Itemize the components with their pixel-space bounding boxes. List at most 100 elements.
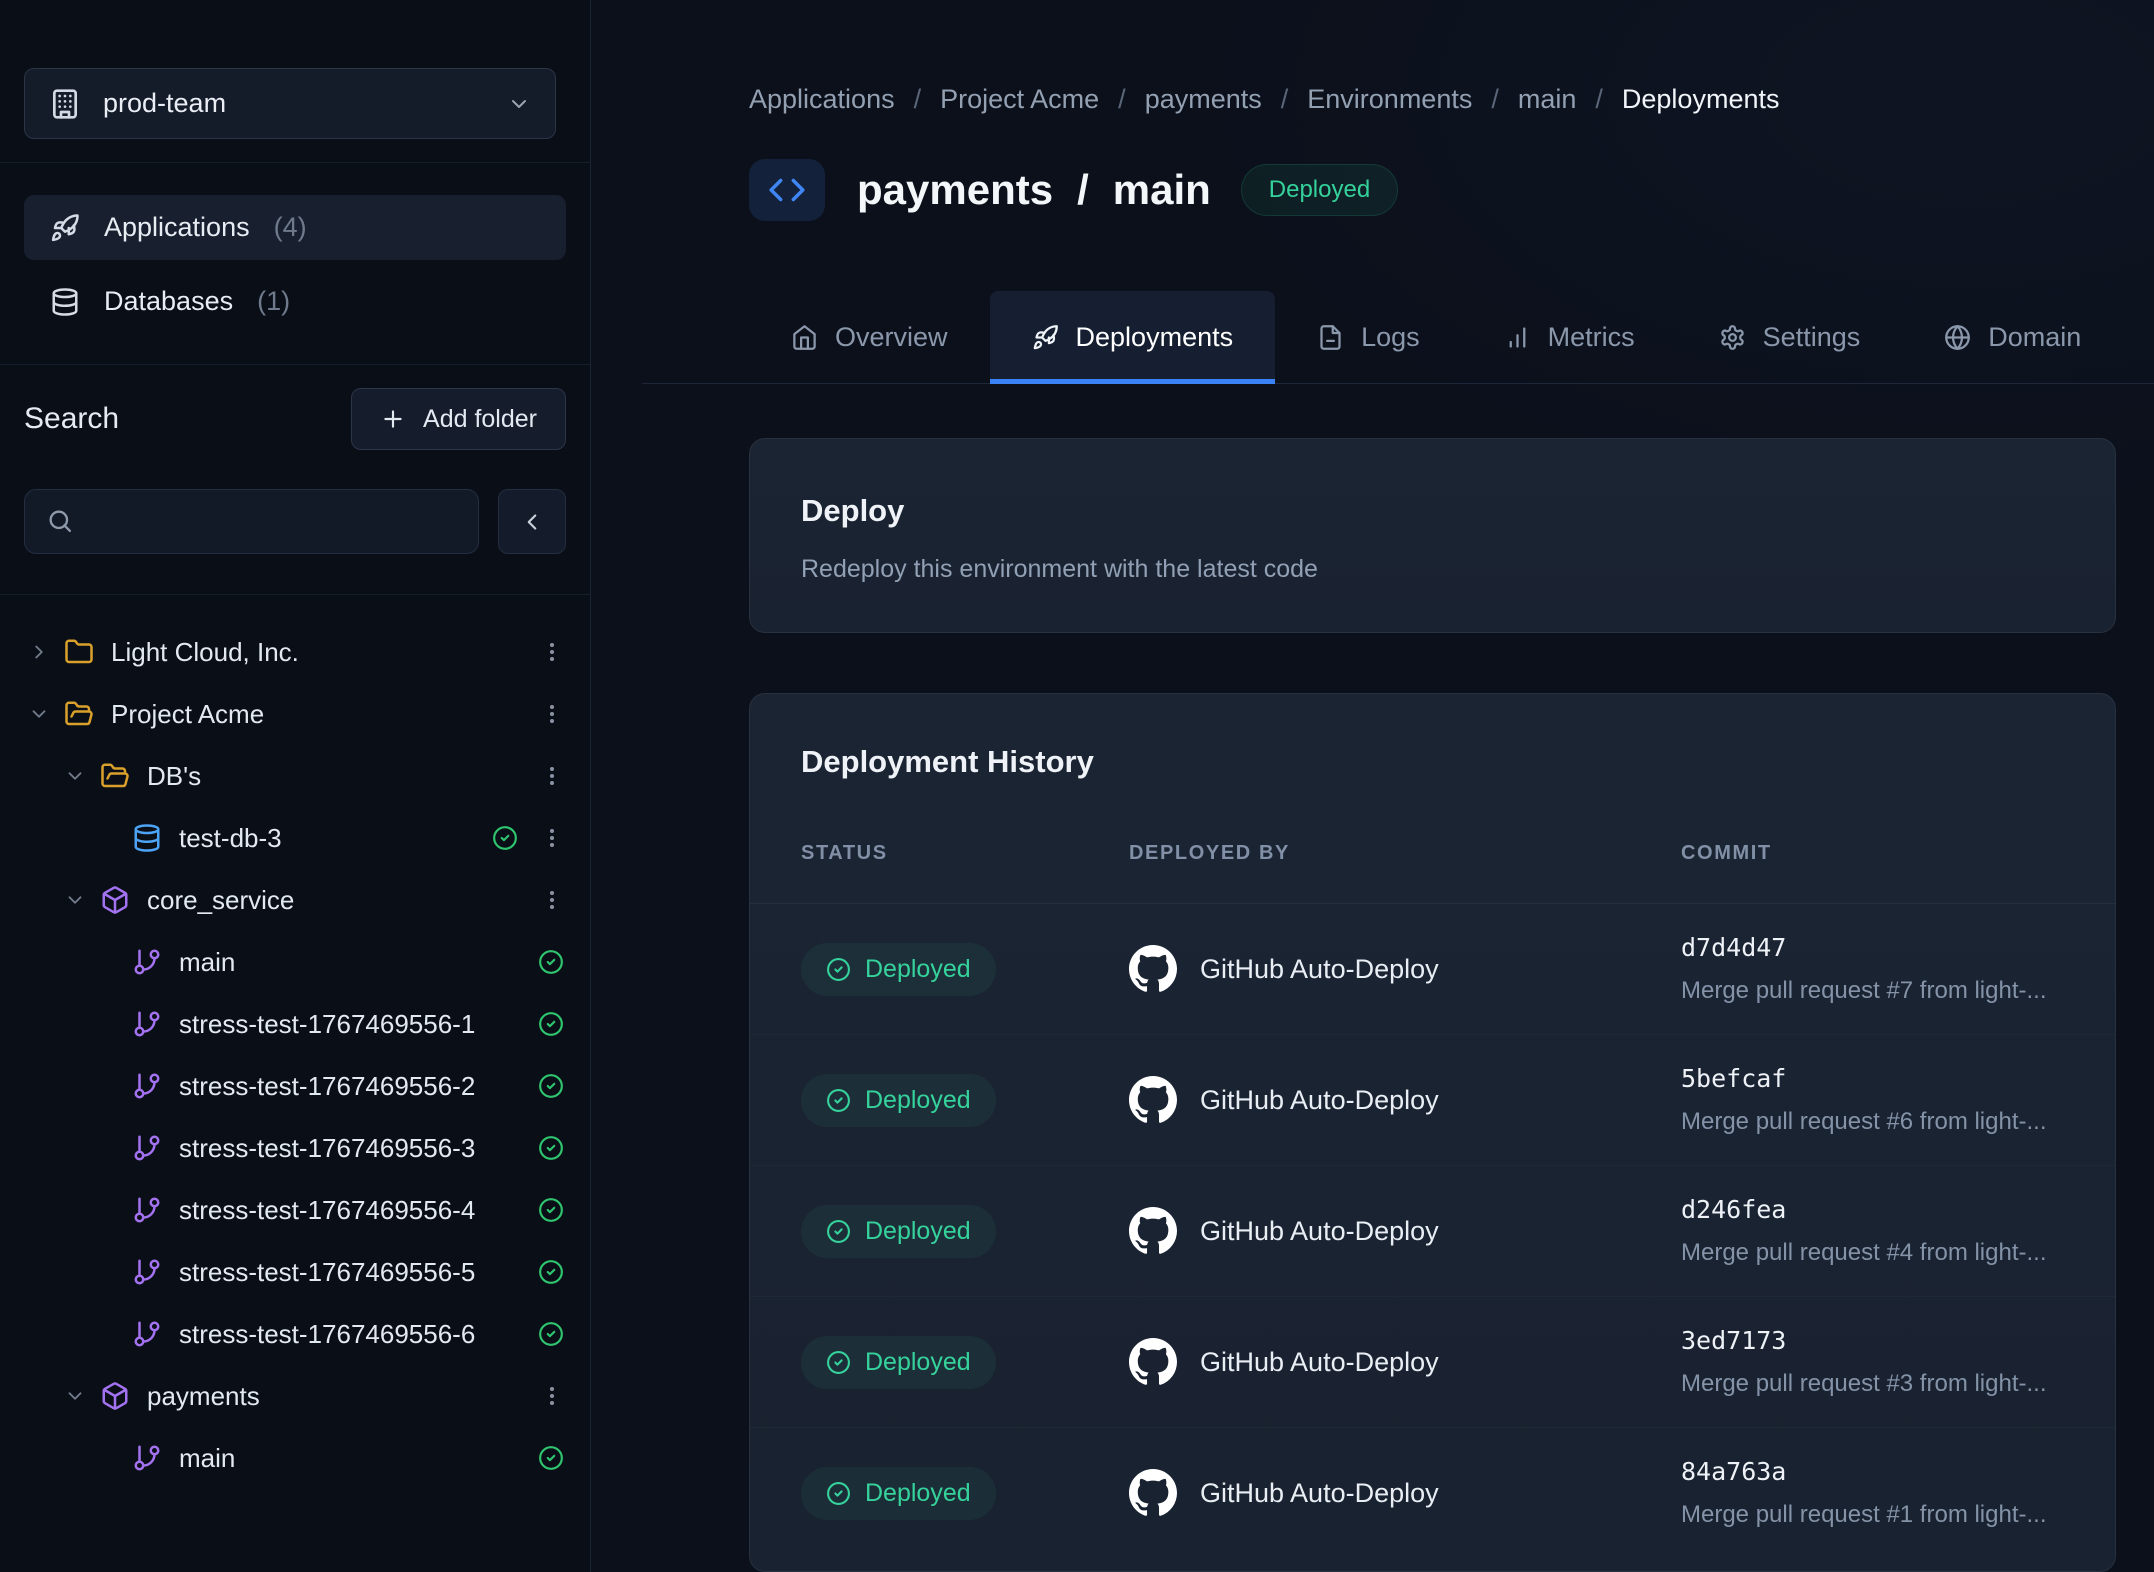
deployed-by-label: GitHub Auto-Deploy	[1200, 1085, 1439, 1116]
breadcrumb-environments[interactable]: Environments	[1307, 84, 1472, 115]
chevron-right-icon[interactable]	[28, 641, 54, 663]
github-icon	[1129, 1469, 1177, 1517]
status-check-icon	[538, 1011, 564, 1037]
table-row[interactable]: Deployed GitHub Auto-Deploy 3ed7173 Merg…	[801, 1297, 2115, 1427]
chevron-down-icon[interactable]	[64, 1385, 90, 1407]
kebab-menu-icon[interactable]	[540, 888, 564, 912]
check-circle-icon	[826, 1481, 851, 1506]
tree-item-label: core_service	[147, 885, 294, 916]
tree-item-stress-test-1[interactable]: stress-test-1767469556-1	[0, 993, 590, 1055]
tab-overview[interactable]: Overview	[749, 291, 990, 383]
divider	[0, 594, 590, 595]
nav-count: (4)	[274, 212, 307, 243]
tree-item-project-acme[interactable]: Project Acme	[0, 683, 590, 745]
folder-icon	[64, 637, 94, 667]
tree-item-label: DB's	[147, 761, 201, 792]
tree-item-light-cloud-inc[interactable]: Light Cloud, Inc.	[0, 621, 590, 683]
home-icon	[791, 324, 818, 351]
tree-item-test-db-3[interactable]: test-db-3	[0, 807, 590, 869]
deployed-badge: Deployed	[801, 943, 996, 996]
plus-icon	[380, 406, 406, 432]
breadcrumb-main[interactable]: main	[1518, 84, 1577, 115]
chevron-down-icon[interactable]	[64, 765, 90, 787]
breadcrumb-separator: /	[1281, 84, 1289, 115]
tab-deployments[interactable]: Deployments	[990, 291, 1276, 383]
tree-item-core-service-main[interactable]: main	[0, 931, 590, 993]
tree-item-dbs[interactable]: DB's	[0, 745, 590, 807]
add-folder-button[interactable]: Add folder	[351, 388, 566, 450]
chevron-down-icon[interactable]	[64, 889, 90, 911]
tree-item-stress-test-2[interactable]: stress-test-1767469556-2	[0, 1055, 590, 1117]
kebab-menu-icon[interactable]	[540, 826, 564, 850]
status-check-icon	[538, 949, 564, 975]
collapse-sidebar-button[interactable]	[498, 489, 566, 554]
breadcrumb-payments[interactable]: payments	[1145, 84, 1262, 115]
tree-item-stress-test-3[interactable]: stress-test-1767469556-3	[0, 1117, 590, 1179]
tree-item-label: main	[179, 947, 235, 978]
team-selector[interactable]: prod-team	[24, 68, 556, 139]
tab-domain[interactable]: Domain	[1902, 291, 2123, 383]
git-branch-icon	[132, 1071, 162, 1101]
column-header-deployed-by: DEPLOYED BY	[1129, 842, 1681, 865]
tree-item-stress-test-6[interactable]: stress-test-1767469556-6	[0, 1303, 590, 1365]
tree-item-payments[interactable]: payments	[0, 1365, 590, 1427]
tab-logs[interactable]: Logs	[1275, 291, 1462, 383]
tab-metrics[interactable]: Metrics	[1462, 291, 1677, 383]
tree-item-label: stress-test-1767469556-6	[179, 1319, 475, 1350]
table-row[interactable]: Deployed GitHub Auto-Deploy 5befcaf Merg…	[801, 1035, 2115, 1165]
status-label: Deployed	[865, 1217, 971, 1246]
kebab-menu-icon[interactable]	[540, 640, 564, 664]
commit-message: Merge pull request #4 from light-...	[1681, 1239, 2115, 1267]
divider	[0, 364, 590, 365]
table-row[interactable]: Deployed GitHub Auto-Deploy 84a763a Merg…	[801, 1428, 2115, 1558]
git-branch-icon	[132, 947, 162, 977]
status-check-icon	[492, 825, 518, 851]
kebab-menu-icon[interactable]	[540, 702, 564, 726]
search-input[interactable]	[24, 489, 479, 554]
git-branch-icon	[132, 1133, 162, 1163]
bar-chart-icon	[1504, 324, 1531, 351]
chevron-down-icon[interactable]	[28, 703, 54, 725]
status-check-icon	[538, 1197, 564, 1223]
commit-message: Merge pull request #6 from light-...	[1681, 1108, 2115, 1136]
app-name: payments	[857, 166, 1053, 214]
table-row[interactable]: Deployed GitHub Auto-Deploy d7d4d47 Merg…	[801, 904, 2115, 1034]
environment-name: main	[1113, 166, 1211, 214]
database-icon	[50, 287, 80, 317]
tree-item-core-service[interactable]: core_service	[0, 869, 590, 931]
commit-message: Merge pull request #7 from light-...	[1681, 977, 2115, 1005]
deployment-history-title: Deployment History	[801, 744, 2115, 780]
breadcrumb-project-acme[interactable]: Project Acme	[940, 84, 1099, 115]
status-label: Deployed	[865, 1086, 971, 1115]
nav-label: Applications	[104, 212, 250, 243]
breadcrumb-separator: /	[1118, 84, 1126, 115]
cube-icon	[100, 885, 130, 915]
commit-hash: d7d4d47	[1681, 933, 2115, 962]
deployed-by-label: GitHub Auto-Deploy	[1200, 954, 1439, 985]
breadcrumb-applications[interactable]: Applications	[749, 84, 895, 115]
tree-item-label: Project Acme	[111, 699, 264, 730]
column-header-commit: COMMIT	[1681, 842, 2115, 865]
main-content: Applications / Project Acme / payments /…	[591, 0, 2154, 1572]
search-section-title: Search	[24, 402, 119, 436]
github-icon	[1129, 945, 1177, 993]
tree-item-stress-test-4[interactable]: stress-test-1767469556-4	[0, 1179, 590, 1241]
nav-label: Databases	[104, 286, 233, 317]
kebab-menu-icon[interactable]	[540, 1384, 564, 1408]
divider	[0, 162, 590, 163]
folder-open-icon	[64, 699, 94, 729]
tab-settings[interactable]: Settings	[1677, 291, 1903, 383]
nav-count: (1)	[257, 286, 290, 317]
deploy-card: Deploy Redeploy this environment with th…	[749, 438, 2116, 633]
sidebar-item-databases[interactable]: Databases (1)	[24, 269, 566, 334]
tree-item-stress-test-5[interactable]: stress-test-1767469556-5	[0, 1241, 590, 1303]
kebab-menu-icon[interactable]	[540, 764, 564, 788]
tree-item-payments-main[interactable]: main	[0, 1427, 590, 1489]
commit-message: Merge pull request #1 from light-...	[1681, 1501, 2115, 1529]
table-row[interactable]: Deployed GitHub Auto-Deploy d246fea Merg…	[801, 1166, 2115, 1296]
sidebar-item-applications[interactable]: Applications (4)	[24, 195, 566, 260]
tab-label: Deployments	[1076, 322, 1234, 353]
cube-icon	[100, 1381, 130, 1411]
status-check-icon	[538, 1135, 564, 1161]
deployed-badge: Deployed	[801, 1205, 996, 1258]
